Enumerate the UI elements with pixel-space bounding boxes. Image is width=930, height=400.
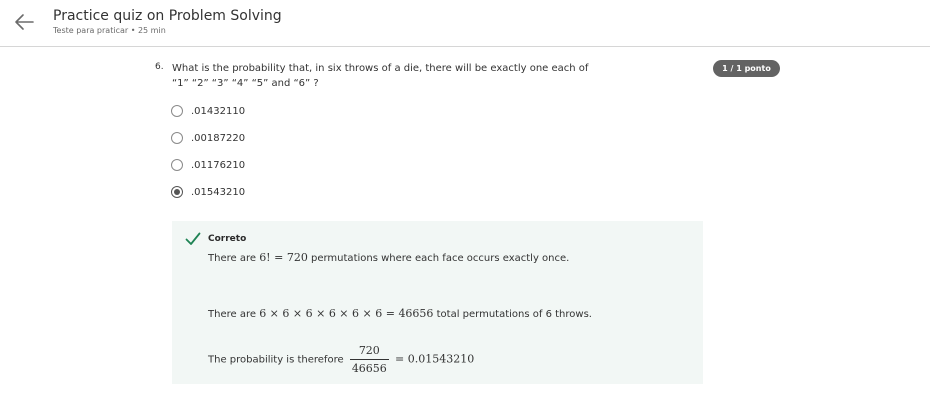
feedback-panel: Correto There are 6! = 720 permutations … [172,221,703,384]
feedback-line-3: The probability is therefore 720 46656 =… [208,344,474,375]
page-subtitle: Teste para praticar • 25 min [53,26,166,35]
answer-option-label: .01176210 [191,159,246,171]
fraction-numerator: 720 [349,344,389,360]
question-text: What is the probability that, in six thr… [172,63,589,89]
arrow-left-icon[interactable] [13,11,35,33]
feedback-line-2: There are 6 × 6 × 6 × 6 × 6 × 6 = 46656 … [208,307,592,320]
score-badge: 1 / 1 ponto [713,60,780,77]
answer-option-label: .01432110 [191,105,246,117]
math-expression: 6 × 6 × 6 × 6 × 6 × 6 = 46656 [259,307,434,320]
answer-option-1[interactable]: .01432110 [171,103,245,119]
page-title: Practice quiz on Problem Solving [53,8,282,24]
feedback-text: total permutations of 6 throws. [436,309,592,320]
answer-option-label: .00187220 [191,132,246,144]
checkmark-icon [185,232,201,245]
answer-option-4[interactable]: .01543210 [171,184,245,200]
page-header: Practice quiz on Problem Solving Teste p… [0,0,930,47]
math-fraction: 720 46656 [349,344,389,375]
radio-button-selected[interactable] [171,186,183,198]
radio-button[interactable] [171,159,183,171]
feedback-line-1: There are 6! = 720 permutations where ea… [208,251,569,264]
fraction-denominator: 46656 [351,362,387,375]
answer-option-label: .01543210 [191,186,246,198]
feedback-text: permutations where each face occurs exac… [311,253,570,264]
math-expression: = 0.01543210 [395,352,475,366]
answer-option-2[interactable]: .00187220 [171,130,245,146]
feedback-text: The probability is therefore [208,354,344,366]
answer-option-3[interactable]: .01176210 [171,157,245,173]
radio-button[interactable] [171,105,183,117]
radio-button[interactable] [171,132,183,144]
feedback-text: There are [208,253,256,264]
question-number: 6. [155,62,164,72]
feedback-text: There are [208,309,256,320]
math-expression: 6! = 720 [259,251,308,264]
feedback-status: Correto [208,234,247,244]
